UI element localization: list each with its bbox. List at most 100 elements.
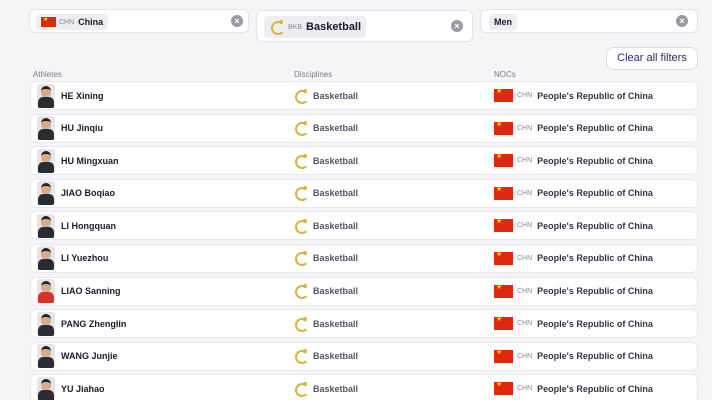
athlete-photo bbox=[37, 344, 55, 369]
gender-filter[interactable]: Men × bbox=[480, 9, 698, 33]
noc-name: People's Republic of China bbox=[537, 123, 653, 134]
china-flag-icon bbox=[494, 121, 513, 135]
china-flag-icon bbox=[494, 349, 513, 363]
china-flag-icon bbox=[494, 186, 513, 200]
table-header: Athletes Disciplines NOCs bbox=[0, 70, 712, 80]
clear-gender-filter-icon[interactable]: × bbox=[676, 15, 688, 27]
athlete-photo bbox=[37, 181, 55, 206]
athletes-column-header: Athletes bbox=[33, 70, 62, 79]
noc-filter-code: CHN bbox=[59, 18, 75, 26]
clear-noc-filter-icon[interactable]: × bbox=[231, 15, 243, 27]
noc-code: CHN bbox=[517, 157, 533, 165]
athlete-name[interactable]: HU Jinqiu bbox=[61, 123, 103, 133]
noc-name: People's Republic of China bbox=[537, 155, 653, 166]
table-row[interactable]: LIAO Sanning Basketball CHN People's Repu… bbox=[30, 276, 698, 306]
athlete-name[interactable]: LIAO Sanning bbox=[61, 286, 121, 296]
disciplines-column-header: Disciplines bbox=[294, 70, 333, 79]
gender-filter-chip[interactable]: Men bbox=[489, 14, 517, 30]
noc-filter[interactable]: CHN China × bbox=[29, 9, 249, 33]
noc-code: CHN bbox=[517, 352, 533, 360]
china-flag-icon bbox=[494, 316, 513, 331]
table-row[interactable]: LI Hongquan Basketball CHN People's Repub… bbox=[30, 211, 698, 241]
athlete-photo bbox=[37, 83, 55, 108]
table-row[interactable]: HE Xining Basketball CHN People's Republi… bbox=[30, 81, 698, 110]
discipline-filter-code: BKB bbox=[288, 23, 303, 31]
basketball-pictogram-icon bbox=[293, 153, 309, 169]
noc-code: CHN bbox=[517, 254, 533, 262]
discipline-name: Basketball bbox=[313, 123, 359, 134]
discipline-name: Basketball bbox=[313, 253, 359, 264]
athlete-photo bbox=[37, 148, 55, 173]
noc-name: People's Republic of China bbox=[537, 220, 653, 231]
table-row[interactable]: JIAO Boqiao Basketball CHN People's Repub… bbox=[30, 178, 698, 208]
basketball-pictogram-icon bbox=[293, 218, 309, 234]
discipline-name: Basketball bbox=[313, 90, 359, 101]
athlete-photo bbox=[37, 213, 55, 238]
basketball-pictogram-icon bbox=[269, 19, 285, 35]
basketball-pictogram-icon bbox=[293, 348, 309, 365]
athlete-name[interactable]: HE Xining bbox=[61, 91, 104, 101]
basketball-pictogram-icon bbox=[293, 381, 309, 397]
noc-code: CHN bbox=[517, 385, 533, 393]
discipline-name: Basketball bbox=[313, 351, 359, 362]
table-row[interactable]: HU Mingxuan Basketball CHN People's Repub… bbox=[30, 146, 698, 176]
china-flag-icon bbox=[494, 153, 513, 168]
basketball-pictogram-icon bbox=[293, 88, 309, 104]
noc-code: CHN bbox=[517, 320, 533, 328]
noc-name: People's Republic of China bbox=[537, 286, 653, 297]
discipline-name: Basketball bbox=[313, 383, 359, 394]
noc-code: CHN bbox=[517, 124, 533, 132]
athlete-photo bbox=[37, 116, 55, 141]
basketball-pictogram-icon bbox=[293, 250, 309, 267]
china-flag-icon bbox=[494, 88, 513, 102]
noc-filter-label: China bbox=[78, 17, 104, 27]
discipline-filter-chip[interactable]: BKB Basketball bbox=[264, 16, 367, 38]
nocs-column-header: NOCs bbox=[494, 70, 516, 79]
discipline-name: Basketball bbox=[313, 220, 359, 231]
athlete-name[interactable]: PANG Zhenglin bbox=[61, 319, 126, 329]
athlete-photo bbox=[37, 279, 55, 304]
china-flag-icon bbox=[494, 284, 513, 298]
athlete-name[interactable]: HU Mingxuan bbox=[61, 156, 119, 166]
noc-code: CHN bbox=[517, 287, 533, 295]
athlete-photo bbox=[37, 246, 55, 271]
table-row[interactable]: WANG Junjie Basketball CHN People's Repub… bbox=[30, 341, 698, 371]
china-flag-icon bbox=[494, 251, 513, 265]
discipline-filter-label: Basketball bbox=[306, 21, 362, 33]
table-row[interactable]: PANG Zhenglin Basketball CHN People's Rep… bbox=[30, 309, 698, 339]
athlete-name[interactable]: LI Hongquan bbox=[61, 221, 116, 231]
table-row[interactable]: LI Yuezhou Basketball CHN People's Republ… bbox=[30, 243, 698, 273]
athlete-list: HE Xining Basketball CHN People's Republi… bbox=[30, 81, 698, 400]
basketball-pictogram-icon bbox=[293, 120, 309, 137]
athlete-name[interactable]: WANG Junjie bbox=[61, 351, 118, 361]
noc-code: CHN bbox=[517, 92, 533, 99]
discipline-name: Basketball bbox=[313, 318, 359, 329]
discipline-name: Basketball bbox=[313, 286, 359, 297]
noc-name: People's Republic of China bbox=[537, 383, 653, 394]
noc-name: People's Republic of China bbox=[537, 188, 653, 199]
clear-discipline-filter-icon[interactable]: × bbox=[451, 20, 463, 32]
china-flag-icon bbox=[494, 218, 513, 233]
clear-all-filters-button[interactable]: Clear all filters bbox=[606, 47, 698, 70]
china-flag-icon bbox=[494, 381, 513, 396]
china-flag-icon bbox=[41, 16, 56, 27]
athlete-photo bbox=[37, 376, 55, 400]
gender-filter-label: Men bbox=[494, 17, 512, 27]
table-row[interactable]: YU Jiahao Basketball CHN People's Republi… bbox=[30, 374, 698, 400]
athlete-name[interactable]: YU Jiahao bbox=[61, 384, 105, 394]
discipline-name: Basketball bbox=[313, 155, 359, 166]
noc-code: CHN bbox=[517, 189, 533, 197]
athlete-name[interactable]: JIAO Boqiao bbox=[61, 188, 115, 198]
noc-code: CHN bbox=[517, 222, 533, 230]
noc-name: People's Republic of China bbox=[537, 90, 653, 101]
athlete-name[interactable]: LI Yuezhou bbox=[61, 253, 108, 263]
athlete-photo bbox=[37, 311, 55, 336]
discipline-filter[interactable]: BKB Basketball × bbox=[256, 10, 473, 42]
noc-name: People's Republic of China bbox=[537, 253, 653, 264]
noc-name: People's Republic of China bbox=[537, 351, 653, 362]
basketball-pictogram-icon bbox=[293, 316, 309, 332]
noc-filter-chip[interactable]: CHN China bbox=[36, 14, 109, 30]
discipline-name: Basketball bbox=[313, 188, 359, 199]
table-row[interactable]: HU Jinqiu Basketball CHN People's Republi… bbox=[30, 113, 698, 143]
basketball-pictogram-icon bbox=[293, 283, 309, 300]
